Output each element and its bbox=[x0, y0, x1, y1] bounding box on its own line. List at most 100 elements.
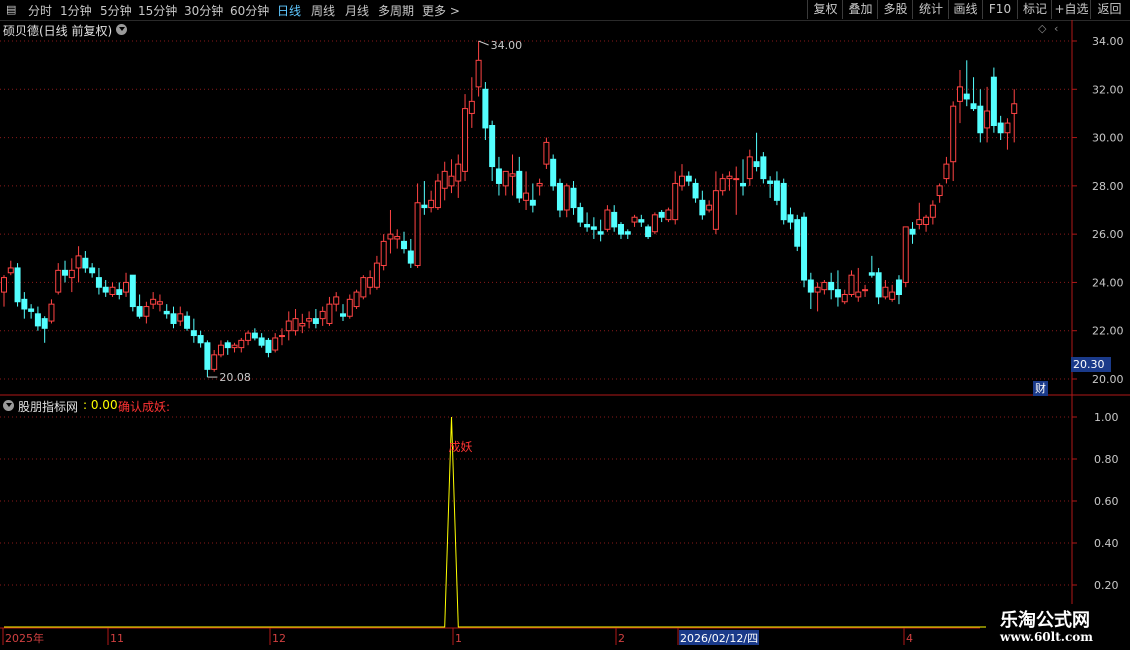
candle-body bbox=[89, 267, 96, 274]
candle-body bbox=[679, 175, 685, 187]
candle-body bbox=[577, 207, 584, 223]
chevron-left-icon[interactable]: ‹ bbox=[1054, 22, 1058, 35]
price-tick-label: 30.00 bbox=[1092, 132, 1124, 145]
candle-body bbox=[265, 339, 272, 353]
candle bbox=[943, 156, 950, 184]
candle bbox=[353, 289, 360, 309]
candle-body bbox=[217, 344, 224, 356]
candle bbox=[923, 214, 930, 232]
candle bbox=[651, 212, 658, 235]
candle bbox=[821, 280, 828, 295]
watermark-logo: 乐淘公式网 www.60lt.com bbox=[986, 604, 1130, 650]
candle-body bbox=[563, 185, 570, 211]
candle bbox=[889, 284, 896, 302]
candle-body bbox=[712, 190, 719, 230]
candle-body bbox=[197, 335, 204, 344]
current-price-badge: 20.30 bbox=[1071, 357, 1111, 372]
candle bbox=[48, 299, 55, 324]
candle bbox=[75, 246, 82, 283]
candle-body bbox=[462, 108, 469, 172]
candle-body bbox=[523, 192, 530, 201]
candle bbox=[462, 94, 469, 182]
candle-body bbox=[611, 211, 618, 228]
price-tick-label: 24.00 bbox=[1092, 276, 1124, 289]
candle-body bbox=[489, 125, 496, 168]
candle-body bbox=[238, 339, 245, 349]
signal-mark-label: 成妖 bbox=[448, 440, 472, 454]
candle-body bbox=[672, 182, 679, 221]
candle-body bbox=[312, 318, 319, 324]
candle bbox=[7, 260, 14, 276]
candle bbox=[828, 272, 835, 300]
candle-body bbox=[14, 267, 21, 303]
candle-body bbox=[814, 286, 821, 293]
price-tick-label: 32.00 bbox=[1092, 83, 1124, 96]
candle bbox=[272, 333, 279, 353]
candle-body bbox=[116, 289, 123, 295]
candle-body bbox=[936, 185, 943, 197]
indicator-tick-label: 0.80 bbox=[1094, 453, 1119, 466]
candle-body bbox=[163, 310, 170, 315]
candle bbox=[197, 330, 204, 348]
candle bbox=[509, 154, 516, 196]
candle-body bbox=[455, 163, 462, 182]
candle-body bbox=[963, 93, 970, 100]
candle-body bbox=[21, 298, 28, 310]
candle bbox=[346, 294, 353, 319]
candle-body bbox=[1, 277, 7, 293]
candle bbox=[990, 67, 997, 133]
candle bbox=[380, 234, 387, 271]
candle-body bbox=[780, 182, 787, 221]
candle-body bbox=[787, 214, 794, 223]
candle bbox=[123, 272, 130, 297]
candle bbox=[434, 173, 441, 210]
indicator-menu-icon[interactable] bbox=[3, 400, 14, 411]
low-price-label: 20.08 bbox=[219, 371, 251, 384]
indicator-line bbox=[4, 416, 1015, 628]
candle-body bbox=[726, 175, 733, 180]
candle bbox=[258, 333, 265, 348]
candle-body bbox=[977, 105, 984, 134]
candle bbox=[950, 101, 957, 182]
candle bbox=[401, 231, 408, 254]
candle bbox=[841, 289, 848, 305]
candle bbox=[997, 115, 1004, 140]
candle-body bbox=[177, 313, 184, 322]
candle-body bbox=[556, 182, 563, 211]
candle bbox=[441, 161, 448, 201]
candle-body bbox=[733, 178, 740, 181]
candle bbox=[251, 328, 258, 341]
candle bbox=[801, 212, 808, 288]
candle bbox=[740, 159, 747, 196]
main-panel-menu-icon[interactable] bbox=[116, 24, 127, 35]
candle-body bbox=[407, 250, 414, 264]
candle bbox=[794, 214, 801, 252]
candle bbox=[570, 181, 577, 215]
candle bbox=[129, 274, 136, 312]
candle bbox=[55, 263, 62, 295]
candle-body bbox=[373, 262, 380, 288]
candle-body bbox=[184, 315, 191, 329]
candle bbox=[455, 154, 462, 198]
financial-badge[interactable]: 财 bbox=[1033, 381, 1048, 396]
chart-canvas[interactable]: 34.00 32.00 30.00 28.00 26.00 24.00 22.00 20.00… bbox=[0, 0, 1130, 650]
candle-body bbox=[292, 318, 299, 332]
candle-body bbox=[143, 306, 150, 317]
candle bbox=[285, 311, 292, 341]
candle-body bbox=[7, 267, 14, 274]
candle-body bbox=[129, 274, 136, 308]
candle bbox=[217, 340, 224, 358]
candle-body bbox=[746, 156, 753, 180]
date-label: 2 bbox=[618, 632, 625, 645]
candle bbox=[177, 306, 184, 326]
candle bbox=[387, 210, 394, 254]
candle bbox=[292, 308, 299, 336]
candle bbox=[645, 224, 652, 239]
candle-body bbox=[617, 223, 624, 235]
candle-body bbox=[590, 226, 597, 230]
candle bbox=[638, 214, 645, 227]
candle-body bbox=[278, 335, 285, 338]
diamond-icon[interactable]: ◇ bbox=[1038, 22, 1046, 35]
candle-body bbox=[468, 100, 475, 114]
candle-body bbox=[34, 313, 41, 327]
